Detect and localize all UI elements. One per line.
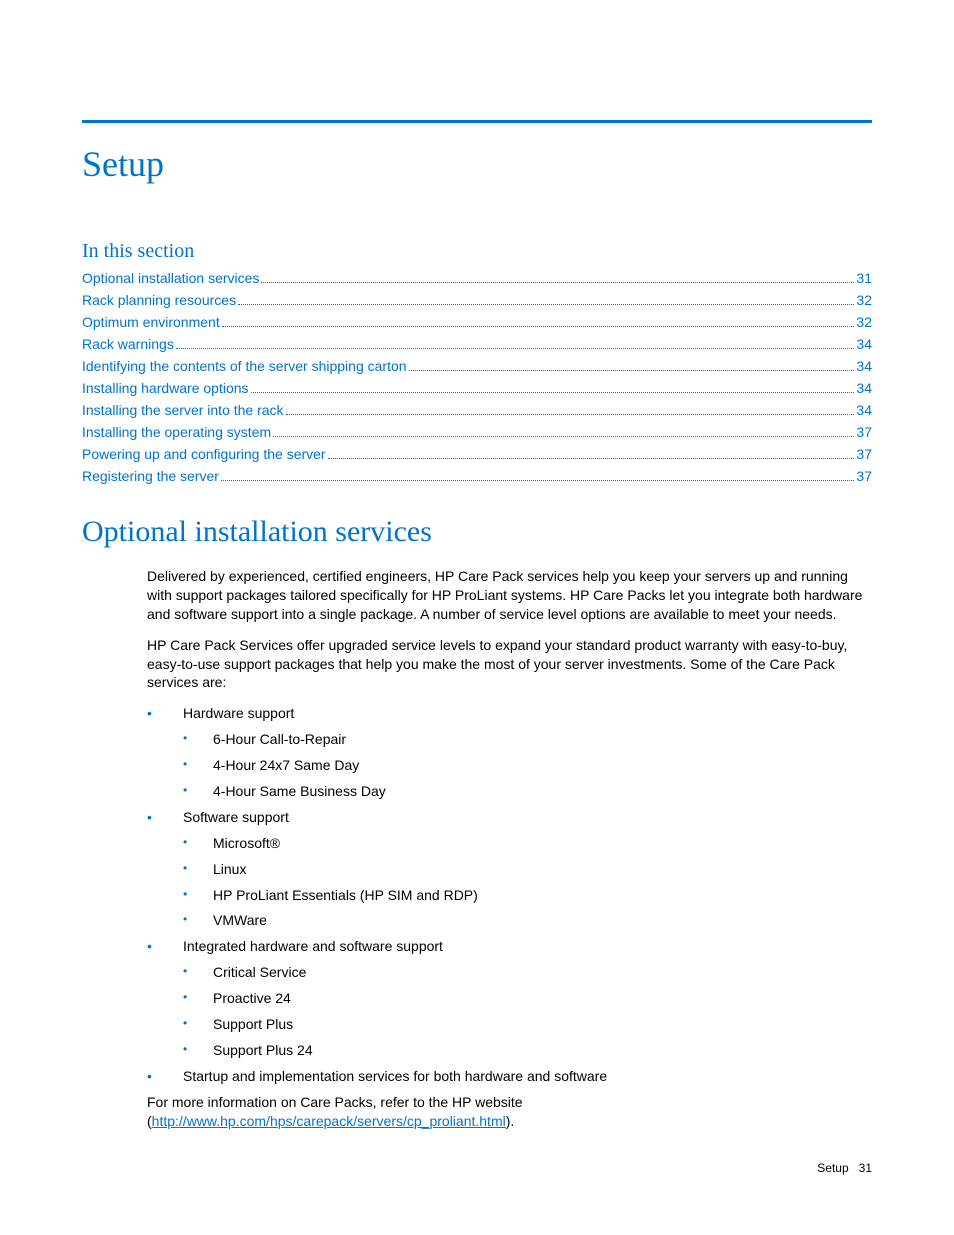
list-item-label: Support Plus: [213, 1016, 293, 1032]
list-item-label: Critical Service: [213, 964, 306, 980]
list-item-label: 6-Hour Call-to-Repair: [213, 731, 346, 747]
toc-entry[interactable]: Rack planning resources 32: [82, 290, 872, 311]
nested-bullet-list: Critical Service Proactive 24 Support Plus…: [183, 963, 872, 1060]
list-item: Linux: [183, 860, 872, 879]
paragraph: Delivered by experienced, certified engi…: [147, 567, 872, 624]
list-item-label: Hardware support: [183, 705, 294, 721]
paragraph: For more information on Care Packs, refe…: [147, 1093, 872, 1131]
toc-leader-dots: [286, 414, 855, 415]
toc-label: Registering the server: [82, 466, 219, 487]
list-item: Software support Microsoft® Linux HP ProLia…: [147, 808, 872, 930]
list-item-label: 4-Hour 24x7 Same Day: [213, 757, 359, 773]
toc-label: Optimum environment: [82, 312, 220, 333]
page-content: Setup In this section Optional installat…: [0, 0, 954, 1182]
toc-entry[interactable]: Installing hardware options 34: [82, 378, 872, 399]
toc-entry[interactable]: Identifying the contents of the server s…: [82, 356, 872, 377]
list-item: HP ProLiant Essentials (HP SIM and RDP): [183, 886, 872, 905]
nested-bullet-list: 6-Hour Call-to-Repair 4-Hour 24x7 Same Da…: [183, 730, 872, 801]
toc-entry[interactable]: Installing the server into the rack 34: [82, 400, 872, 421]
list-item: VMWare: [183, 911, 872, 930]
toc-label: Installing the operating system: [82, 422, 271, 443]
body-text: Delivered by experienced, certified engi…: [82, 567, 872, 1130]
list-item-label: HP ProLiant Essentials (HP SIM and RDP): [213, 887, 478, 903]
toc-entry[interactable]: Rack warnings 34: [82, 334, 872, 355]
toc-label: Rack warnings: [82, 334, 174, 355]
horizontal-rule: [82, 120, 872, 123]
toc-label: Optional installation services: [82, 268, 259, 289]
toc-page-number: 34: [856, 378, 872, 399]
list-item-label: Support Plus 24: [213, 1042, 313, 1058]
list-item-label: Microsoft®: [213, 835, 280, 851]
toc-entry[interactable]: Registering the server 37: [82, 466, 872, 487]
toc-entry[interactable]: Optional installation services 31: [82, 268, 872, 289]
toc-label: Rack planning resources: [82, 290, 236, 311]
toc-leader-dots: [251, 392, 855, 393]
toc-leader-dots: [238, 304, 854, 305]
toc-entry[interactable]: Installing the operating system 37: [82, 422, 872, 443]
list-item: 4-Hour 24x7 Same Day: [183, 756, 872, 775]
list-item: Hardware support 6-Hour Call-to-Repair 4-H…: [147, 704, 872, 801]
toc-page-number: 34: [856, 356, 872, 377]
toc-page-number: 37: [856, 444, 872, 465]
toc-page-number: 37: [856, 466, 872, 487]
list-item: Support Plus 24: [183, 1041, 872, 1060]
footer-section: Setup: [817, 1161, 848, 1175]
toc-leader-dots: [261, 282, 854, 283]
subsection-heading: Optional installation services: [82, 515, 872, 549]
toc-leader-dots: [222, 326, 855, 327]
toc-leader-dots: [273, 436, 854, 437]
list-item-label: Integrated hardware and software support: [183, 938, 443, 954]
bullet-list: Hardware support 6-Hour Call-to-Repair 4-H…: [147, 704, 872, 1085]
table-of-contents: Optional installation services 31Rack pl…: [82, 268, 872, 487]
toc-page-number: 32: [856, 290, 872, 311]
list-item: Startup and implementation services for …: [147, 1067, 872, 1086]
toc-leader-dots: [221, 480, 854, 481]
toc-page-number: 34: [856, 400, 872, 421]
list-item: Microsoft®: [183, 834, 872, 853]
text: ).: [506, 1113, 515, 1129]
list-item: Support Plus: [183, 1015, 872, 1034]
toc-label: Installing the server into the rack: [82, 400, 284, 421]
toc-label: Installing hardware options: [82, 378, 249, 399]
toc-leader-dots: [409, 370, 855, 371]
section-heading: In this section: [82, 240, 872, 263]
toc-leader-dots: [176, 348, 855, 349]
toc-page-number: 32: [856, 312, 872, 333]
toc-page-number: 31: [856, 268, 872, 289]
list-item-label: Proactive 24: [213, 990, 291, 1006]
page-title: Setup: [82, 143, 872, 185]
list-item-label: Startup and implementation services for …: [183, 1068, 607, 1084]
list-item: Integrated hardware and software support…: [147, 937, 872, 1059]
page-footer: Setup 31: [817, 1161, 872, 1175]
list-item: Critical Service: [183, 963, 872, 982]
list-item: 4-Hour Same Business Day: [183, 782, 872, 801]
list-item-label: 4-Hour Same Business Day: [213, 783, 386, 799]
nested-bullet-list: Microsoft® Linux HP ProLiant Essentials (H…: [183, 834, 872, 931]
toc-label: Identifying the contents of the server s…: [82, 356, 407, 377]
footer-page-number: 31: [859, 1161, 872, 1175]
list-item-label: VMWare: [213, 912, 267, 928]
list-item: Proactive 24: [183, 989, 872, 1008]
toc-leader-dots: [328, 458, 855, 459]
toc-page-number: 34: [856, 334, 872, 355]
toc-entry[interactable]: Powering up and configuring the server 3…: [82, 444, 872, 465]
paragraph: HP Care Pack Services offer upgraded ser…: [147, 636, 872, 693]
carepack-link[interactable]: http://www.hp.com/hps/carepack/servers/c…: [152, 1113, 506, 1129]
toc-page-number: 37: [856, 422, 872, 443]
toc-entry[interactable]: Optimum environment 32: [82, 312, 872, 333]
list-item-label: Software support: [183, 809, 289, 825]
list-item-label: Linux: [213, 861, 246, 877]
list-item: 6-Hour Call-to-Repair: [183, 730, 872, 749]
toc-label: Powering up and configuring the server: [82, 444, 326, 465]
